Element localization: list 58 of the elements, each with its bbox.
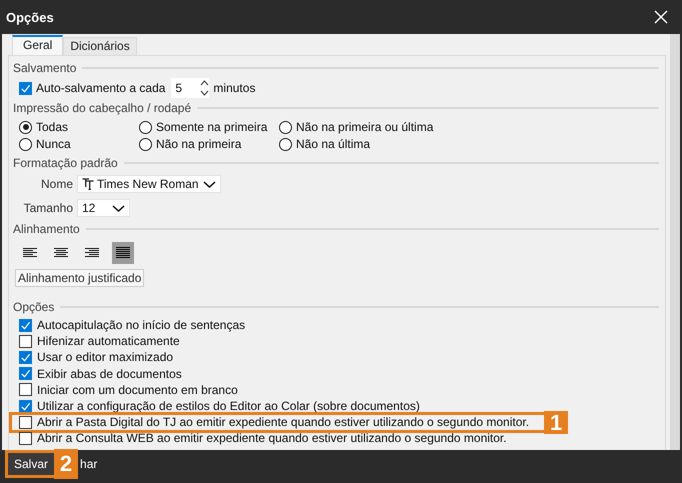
radio-button[interactable]	[139, 138, 152, 150]
tab[interactable]: Geral	[12, 35, 64, 55]
checkbox[interactable]	[19, 416, 32, 429]
checkbox-label: Usar o editor maximizado	[37, 350, 174, 364]
unit-label: minutos	[213, 81, 256, 95]
radio-button[interactable]	[279, 138, 292, 150]
align-center-icon	[54, 247, 68, 259]
section-heading: Salvamento	[13, 61, 76, 75]
radio-button[interactable]	[19, 120, 32, 134]
field-label: Tamanho	[22, 201, 73, 215]
checkbox[interactable]	[19, 432, 32, 445]
font-icon	[82, 178, 94, 190]
checkbox-label: Auto-salvamento a cada	[36, 81, 166, 95]
align-justify-icon	[116, 247, 130, 259]
window-title: Opções	[6, 10, 54, 24]
radio-button[interactable]	[19, 138, 32, 150]
section-heading: Formatação padrão	[13, 156, 118, 170]
checkbox[interactable]	[19, 367, 32, 380]
radio-button[interactable]	[139, 120, 152, 134]
caret-icon	[203, 180, 216, 188]
tooltip: Alinhamento justificado	[15, 269, 144, 287]
number-field[interactable]: 5	[171, 78, 210, 98]
dropdown[interactable]: 12	[77, 199, 130, 217]
field-label: Nome	[40, 177, 73, 191]
radio-label: Não na primeira ou última	[296, 120, 434, 134]
step-badge: 2	[54, 449, 78, 479]
checkbox[interactable]	[19, 350, 32, 364]
spinner-arrows-icon[interactable]	[200, 79, 210, 97]
checkbox-label: Autocapitulação no início de sentenças	[37, 318, 246, 332]
caret-icon	[112, 204, 125, 212]
checkbox[interactable]	[19, 400, 32, 413]
checkbox[interactable]	[19, 82, 32, 94]
checkbox-label: Abrir a Consulta WEB ao emitir expediente quando estiver utilizando o segundo monitor.	[37, 431, 507, 446]
close-icon[interactable]	[654, 10, 668, 24]
checkbox-label: Abrir a Pasta Digital do TJ ao emitir expediente quando estiver utilizando o segundo monitor.	[37, 415, 530, 430]
radio-label: Não na primeira	[156, 137, 242, 151]
checkbox-label: Utilizar a configuração de estilos do Editor ao Colar (sobre documentos)	[37, 399, 420, 414]
radio-label: Nunca	[36, 137, 71, 151]
align-right-icon	[85, 247, 99, 259]
step-badge: 1	[544, 411, 568, 434]
radio-button[interactable]	[279, 120, 292, 134]
tab[interactable]: Dicionários	[63, 37, 137, 55]
dropdown[interactable]: Times New Roman	[77, 175, 221, 193]
radio-label: Somente na primeira	[156, 120, 268, 134]
radio-label: Não na última	[296, 137, 370, 151]
scrollbar[interactable]	[670, 34, 680, 450]
checkbox[interactable]	[19, 334, 32, 348]
align-left-icon	[23, 247, 37, 259]
section-heading: Opções	[13, 300, 54, 314]
checkbox[interactable]	[19, 318, 32, 332]
align-button[interactable]	[112, 242, 134, 264]
section-heading: Alinhamento	[13, 222, 80, 236]
checkbox-label: Hifenizar automaticamente	[37, 334, 180, 348]
checkbox-label: Iniciar com um documento em branco	[37, 382, 238, 397]
checkbox-label: Exibir abas de documentos	[37, 366, 182, 381]
radio-label: Todas	[36, 120, 68, 134]
checkbox[interactable]	[19, 383, 32, 396]
section-heading: Impressão do cabeçalho / rodapé	[13, 101, 192, 115]
